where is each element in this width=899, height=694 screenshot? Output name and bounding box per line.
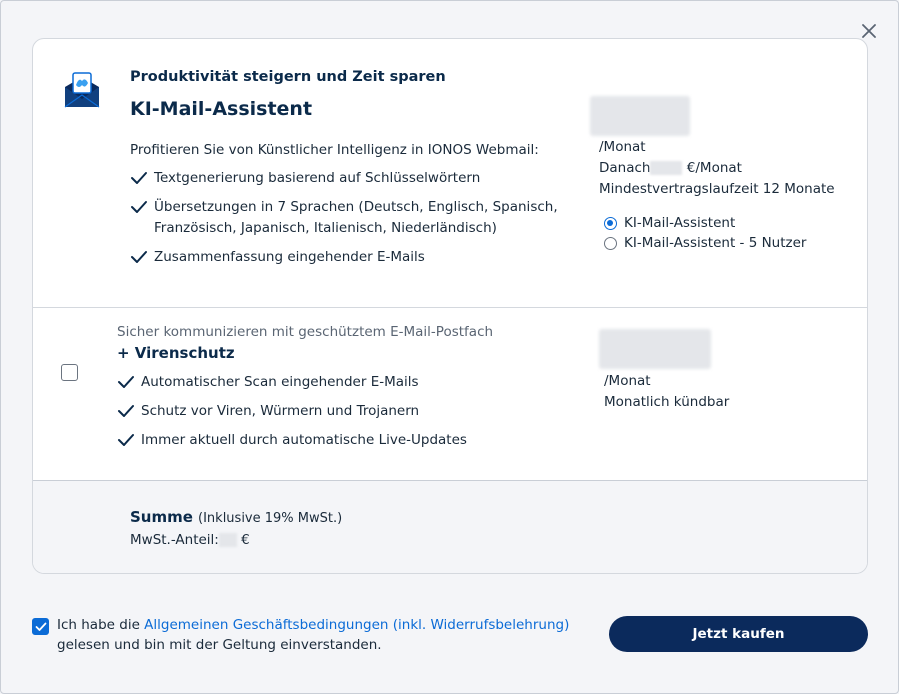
radio-option-single[interactable]: KI-Mail-Assistent — [604, 215, 735, 231]
addon-cancel-note: Monatlich kündbar — [604, 394, 730, 410]
price-unit: /Monat — [599, 139, 646, 155]
feature-item: Übersetzungen in 7 Sprachen (Deutsch, En… — [130, 197, 558, 239]
radio-unselected-icon — [604, 236, 617, 250]
close-icon[interactable] — [859, 21, 879, 41]
checkmark-icon — [131, 251, 147, 263]
checkmark-icon — [118, 405, 134, 417]
checkmark-icon — [131, 201, 147, 213]
product-intro: Profitieren Sie von Künstlicher Intellig… — [130, 142, 539, 158]
terms-checkbox[interactable] — [32, 618, 49, 635]
redacted-addon-price — [599, 329, 711, 369]
terms-link[interactable]: Allgemeinen Geschäftsbedingungen (inkl. … — [144, 617, 569, 633]
addon-title: + Virenschutz — [117, 344, 235, 362]
summary-vat: MwSt.-Anteil: € — [130, 532, 250, 548]
summary-section: Summe (Inklusive 19% MwSt.) MwSt.-Anteil… — [33, 481, 867, 573]
feature-item: Schutz vor Viren, Würmern und Trojanern — [117, 401, 419, 422]
summary-total: Summe (Inklusive 19% MwSt.) — [130, 508, 343, 526]
feature-item: Automatischer Scan eingehender E-Mails — [117, 372, 419, 393]
ai-mail-assistant-section: Produktivität steigern und Zeit sparen K… — [33, 39, 867, 308]
feature-item: Immer aktuell durch automatische Live-Up… — [117, 430, 467, 451]
feature-item: Zusammenfassung eingehender E-Mails — [130, 247, 425, 268]
addon-price-unit: /Monat — [604, 373, 651, 389]
purchase-dialog: Produktivität steigern und Zeit sparen K… — [0, 0, 899, 694]
ai-mail-icon — [63, 71, 101, 109]
product-title: KI-Mail-Assistent — [130, 98, 313, 120]
terms-text: Ich habe die Allgemeinen Geschäftsbeding… — [57, 617, 570, 653]
min-term: Mindestvertragslaufzeit 12 Monate — [599, 181, 835, 197]
radio-option-5-users[interactable]: KI-Mail-Assistent - 5 Nutzer — [604, 235, 806, 251]
product-subtitle: Produktivität steigern und Zeit sparen — [130, 69, 446, 85]
redacted-price-after — [650, 161, 683, 175]
checkmark-icon — [118, 434, 134, 446]
feature-item: Textgenerierung basierend auf Schlüsselw… — [130, 168, 480, 189]
product-card: Produktivität steigern und Zeit sparen K… — [32, 38, 868, 574]
redacted-vat — [218, 533, 237, 547]
addon-subtitle: Sicher kommunizieren mit geschütztem E-M… — [117, 324, 494, 340]
checkmark-icon — [35, 622, 46, 631]
virus-protection-checkbox[interactable] — [61, 364, 78, 381]
price-after: Danach €/Monat — [599, 160, 742, 176]
virus-protection-section: Sicher kommunizieren mit geschütztem E-M… — [33, 308, 867, 481]
redacted-price — [590, 96, 690, 136]
checkmark-icon — [131, 172, 147, 184]
checkmark-icon — [118, 376, 134, 388]
radio-selected-icon — [604, 216, 617, 230]
buy-now-button[interactable]: Jetzt kaufen — [609, 616, 868, 652]
